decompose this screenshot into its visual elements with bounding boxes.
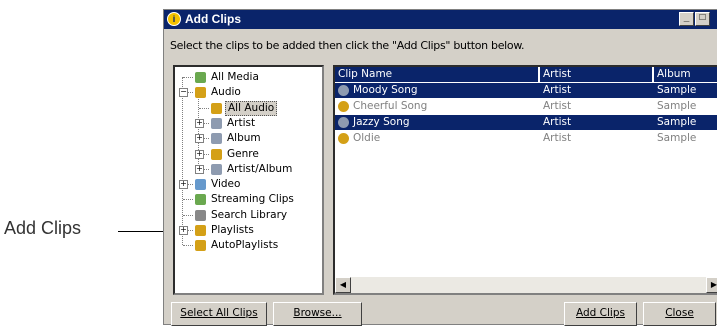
- artist-cell: Artist: [543, 132, 572, 144]
- tree-item[interactable]: Playlists: [195, 223, 315, 238]
- minimize-button[interactable]: _: [679, 12, 694, 26]
- clip-list[interactable]: Clip Name Artist Album Moody Song Artist S…: [333, 65, 717, 295]
- tree-item[interactable]: Album: [211, 131, 322, 146]
- tree-item[interactable]: AutoPlaylists: [195, 238, 315, 253]
- tree-item-label: Audio: [211, 86, 241, 99]
- clip-name-cell: Jazzy Song: [353, 116, 410, 128]
- playlists-icon: [195, 225, 206, 236]
- tree-item[interactable]: Streaming Clips: [195, 192, 315, 207]
- column-header-clip-name[interactable]: Clip Name: [335, 67, 539, 82]
- collapse-toggle[interactable]: −: [179, 88, 188, 98]
- select-all-clips-button[interactable]: Select All Clips: [171, 302, 267, 326]
- add-clips-button[interactable]: Add Clips: [564, 302, 637, 326]
- tree-item[interactable]: All Media: [195, 70, 315, 85]
- tree-item-label: Video: [211, 178, 241, 191]
- callout-label: Add Clips: [4, 218, 82, 238]
- album-cell: Sample: [657, 116, 697, 128]
- library-tree[interactable]: All Media − Audio All Audio + Artist + Album + Ge…: [173, 65, 324, 295]
- title-bar[interactable]: i Add Clips _ □: [164, 10, 717, 29]
- tree-connector: [183, 77, 193, 79]
- scroll-left-arrow[interactable]: ◀: [335, 277, 351, 293]
- tree-item-label: AutoPlaylists: [211, 239, 279, 252]
- table-row[interactable]: Cheerful Song Artist Sample: [335, 99, 717, 114]
- video-icon: [195, 179, 206, 191]
- genre-icon: [211, 148, 222, 160]
- tree-item-label: Search Library: [211, 208, 288, 221]
- audio-clip-icon: [338, 133, 349, 144]
- expand-toggle[interactable]: +: [179, 180, 188, 190]
- instruction-text: Select the clips to be added then click …: [170, 39, 525, 52]
- audio-clip-icon: [338, 117, 349, 128]
- expand-toggle[interactable]: +: [179, 226, 188, 235]
- artist-icon: [211, 117, 222, 129]
- tree-connector: [199, 107, 209, 110]
- expand-toggle[interactable]: +: [195, 134, 204, 144]
- browse-button[interactable]: Browse...: [273, 302, 362, 326]
- info-icon: i: [167, 12, 181, 26]
- column-header-album[interactable]: Album: [654, 67, 717, 82]
- tree-connector: [183, 214, 193, 217]
- close-button[interactable]: Close: [643, 302, 716, 326]
- expand-toggle[interactable]: +: [195, 149, 204, 159]
- tree-item[interactable]: Video: [195, 177, 315, 192]
- tree-item[interactable]: Artist/Album: [211, 162, 322, 177]
- artist-cell: Artist: [543, 116, 572, 128]
- table-row[interactable]: Jazzy Song Artist Sample: [335, 115, 717, 130]
- clip-name-cell: Oldie: [353, 132, 381, 144]
- column-header-artist[interactable]: Artist: [540, 67, 653, 82]
- tree-connector: [182, 77, 184, 246]
- tree-item-label: Genre: [227, 147, 259, 160]
- tree-item-label: Artist/Album: [227, 162, 293, 175]
- tree-connector: [183, 199, 193, 201]
- tree-item[interactable]: All Audio: [211, 100, 322, 116]
- tree-item[interactable]: Search Library: [195, 208, 315, 223]
- tree-item-label: Artist: [227, 116, 256, 129]
- clip-name-cell: Moody Song: [353, 84, 418, 96]
- clip-name-cell: Cheerful Song: [353, 100, 428, 112]
- audio-clip-icon: [338, 101, 349, 112]
- tree-item-label: Playlists: [211, 224, 254, 236]
- tree-item[interactable]: Artist: [211, 116, 322, 131]
- tree-item-label: All Media: [211, 71, 259, 83]
- audio-clip-icon: [338, 85, 349, 96]
- add-clips-dialog: i Add Clips _ □ Select the clips to be a…: [163, 9, 717, 326]
- album-cell: Sample: [657, 84, 697, 96]
- album-cell: Sample: [657, 132, 697, 144]
- audio-icon: [195, 87, 206, 99]
- expand-toggle[interactable]: +: [195, 118, 204, 128]
- expand-toggle[interactable]: +: [195, 164, 204, 174]
- tree-connector: [183, 245, 193, 247]
- streaming-clips-icon: [195, 194, 206, 206]
- tree-item[interactable]: Genre: [211, 147, 322, 162]
- all-audio-icon: [211, 102, 222, 114]
- autoplaylists-icon: [195, 240, 206, 252]
- album-icon: [211, 133, 222, 145]
- table-row[interactable]: Oldie Artist Sample: [335, 131, 717, 146]
- window-title: Add Clips: [185, 12, 241, 26]
- artist-cell: Artist: [543, 84, 572, 96]
- artist-album-icon: [211, 163, 222, 175]
- artist-cell: Artist: [543, 100, 572, 112]
- tree-item[interactable]: Audio: [195, 85, 315, 100]
- album-cell: Sample: [657, 100, 697, 112]
- all-media-icon: [195, 72, 206, 83]
- table-row[interactable]: Moody Song Artist Sample: [335, 83, 717, 98]
- search-library-icon: [195, 209, 206, 221]
- scroll-right-arrow[interactable]: ▶: [706, 277, 717, 293]
- horizontal-scrollbar[interactable]: ◀ ▶: [335, 277, 717, 293]
- tree-item-label: Streaming Clips: [211, 193, 294, 206]
- tree-item-label: All Audio: [225, 100, 278, 116]
- tree-item-label: Album: [227, 132, 261, 145]
- maximize-button[interactable]: □: [695, 12, 710, 26]
